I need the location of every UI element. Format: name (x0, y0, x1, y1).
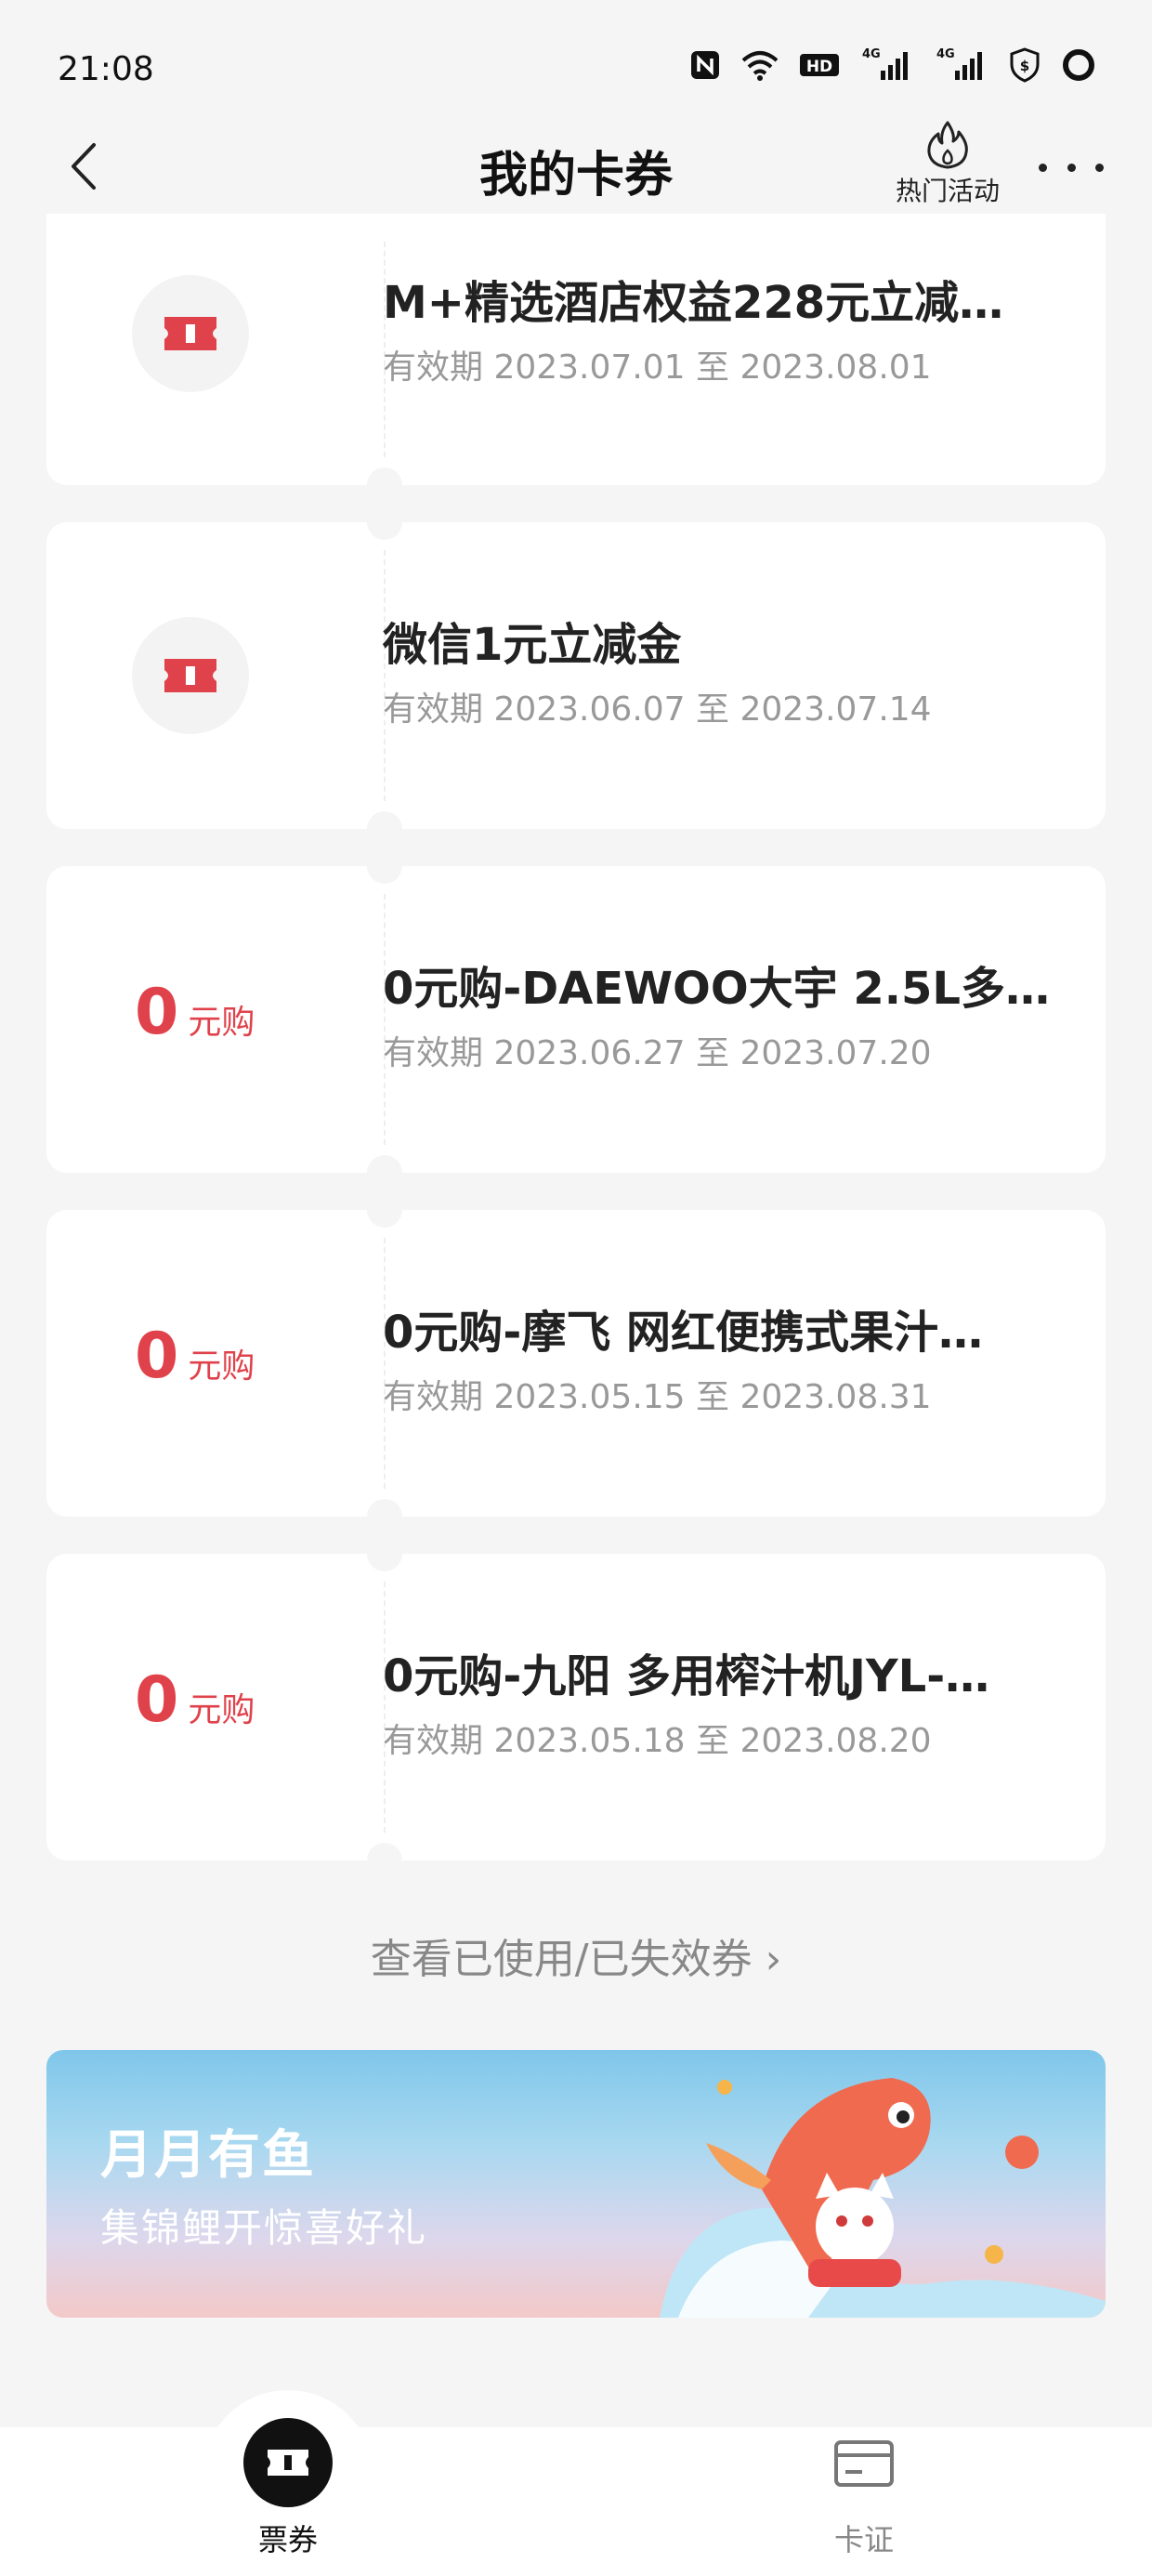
hot-activity-label: 热门活动 (895, 176, 1000, 206)
zero-price: 0 元购 (135, 1663, 255, 1737)
banner-title: 月月有鱼 (100, 2125, 316, 2186)
chevron-right-icon: › (765, 1936, 782, 1983)
price-number: 0 (135, 976, 179, 1049)
coupon-card[interactable]: 0 元购 0元购-DAEWOO大宇 2.5L多… 有效期 2023.06.27 … (46, 848, 1106, 1190)
zero-price: 0 元购 (135, 1320, 255, 1393)
ticket-icon (164, 317, 216, 350)
banner-subtitle: 集锦鲤开惊喜好礼 (100, 2205, 428, 2251)
coupon-card[interactable]: 0 元购 0元购-摩飞 网红便携式果汁… 有效期 2023.05.15 至 20… (46, 1192, 1106, 1534)
tab-label: 卡证 (833, 2522, 894, 2557)
coupon-validity: 有效期 2023.05.18 至 2023.08.20 (383, 1722, 932, 1760)
price-unit: 元购 (188, 1691, 255, 1729)
ticket-icon-wrap (132, 275, 249, 392)
signal-4g-2-icon: 4G (936, 47, 982, 80)
price-number: 0 (135, 1663, 179, 1737)
price-unit: 元购 (188, 1004, 255, 1042)
tab-label: 票券 (257, 2522, 318, 2557)
dot-icon (1095, 163, 1104, 172)
wifi-icon (741, 51, 779, 81)
battery-ring-icon (1063, 49, 1094, 81)
ticket-icon (164, 659, 216, 692)
view-used-coupons-link[interactable]: 查看已使用/已失效券 › (0, 1925, 1152, 1985)
coupon-validity: 有效期 2023.05.15 至 2023.08.31 (383, 1378, 932, 1416)
view-used-label: 查看已使用/已失效券 (370, 1936, 753, 1983)
koi-illustration-icon (660, 2078, 1106, 2318)
net-label-1: 4G (862, 47, 881, 61)
coupon-title: M+精选酒店权益228元立减… (383, 277, 1004, 329)
card-tab-icon (834, 2440, 894, 2487)
hot-activity-button[interactable]: 热门活动 (887, 119, 1008, 221)
dot-icon (1067, 163, 1076, 172)
status-icons: HD 4G 4G $ (689, 46, 1096, 84)
net-label-2: 4G (936, 47, 955, 61)
coupon-card[interactable]: 微信1元立减金 有效期 2023.06.07 至 2023.07.14 (46, 505, 1106, 847)
price-number: 0 (135, 1320, 179, 1393)
status-time: 21:08 (58, 50, 154, 88)
dot-icon (1039, 163, 1047, 172)
price-unit: 元购 (188, 1347, 255, 1386)
tab-tickets[interactable]: 票券 (195, 2416, 381, 2559)
coupon-validity: 有效期 2023.07.01 至 2023.08.01 (383, 348, 932, 387)
nav-bar: 我的卡券 热门活动 (0, 112, 1152, 223)
coupon-validity: 有效期 2023.06.27 至 2023.07.20 (383, 1034, 932, 1072)
nfc-icon (691, 51, 719, 79)
flame-icon (927, 121, 968, 169)
hd-icon: HD (800, 54, 839, 76)
coupon-title: 0元购-DAEWOO大宇 2.5L多… (383, 963, 1050, 1015)
promo-banner[interactable]: 月月有鱼 集锦鲤开惊喜好礼 (46, 2050, 1106, 2318)
zero-price: 0 元购 (135, 976, 255, 1049)
coupon-card[interactable]: 0 元购 0元购-九阳 多用榨汁机JYL-… 有效期 2023.05.18 至 … (46, 1536, 1106, 1878)
ticket-icon-wrap (132, 617, 249, 734)
coupon-validity: 有效期 2023.06.07 至 2023.07.14 (383, 690, 932, 729)
bottom-tab-bar (0, 2427, 1152, 2576)
hd-label: HD (806, 58, 832, 76)
more-options-button[interactable] (1039, 139, 1104, 195)
ticket-tab-icon (243, 2418, 333, 2507)
coupon-title: 微信1元立减金 (383, 619, 682, 671)
coupon-title: 0元购-九阳 多用榨汁机JYL-… (383, 1650, 990, 1702)
coupon-title: 0元购-摩飞 网红便携式果汁… (383, 1307, 984, 1359)
coupon-card[interactable]: M+精选酒店权益228元立减… 有效期 2023.07.01 至 2023.08… (46, 214, 1106, 503)
signal-4g-1-icon: 4G (862, 47, 908, 80)
svg-text:$: $ (1020, 58, 1029, 74)
tab-cards[interactable]: 卡证 (771, 2416, 957, 2559)
shield-dollar-icon: $ (1010, 47, 1040, 83)
